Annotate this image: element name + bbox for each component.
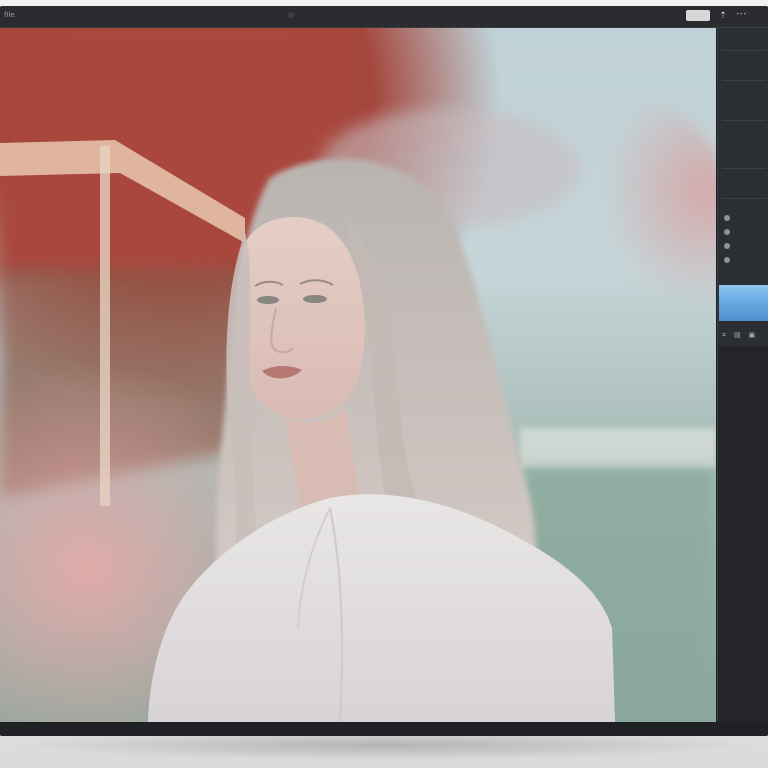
panel-divider — [722, 168, 766, 169]
panel-divider — [722, 50, 766, 51]
camera-dot — [288, 12, 294, 18]
panel-row[interactable] — [724, 214, 733, 222]
bottom-bezel — [0, 722, 768, 736]
panel-divider — [722, 80, 766, 81]
radio-icon[interactable] — [724, 215, 730, 221]
share-icon[interactable]: ⇡ — [718, 10, 728, 22]
photo-image — [0, 28, 716, 722]
app-menu-label[interactable]: file — [4, 11, 15, 19]
layers-icon[interactable]: ▤ — [734, 331, 741, 340]
radio-icon[interactable] — [724, 243, 730, 249]
photo-canvas[interactable] — [0, 28, 716, 722]
panel-row[interactable] — [724, 180, 727, 188]
panel-divider — [722, 198, 766, 199]
radio-icon[interactable] — [724, 257, 730, 263]
radio-icon[interactable] — [724, 229, 730, 235]
panel-row[interactable] — [724, 68, 727, 76]
panel-row[interactable] — [724, 256, 733, 264]
panel-empty-area — [717, 346, 768, 722]
device-screen: file ⇡ ••• ⌗ ▤ ▣ — [0, 6, 768, 736]
panel-row[interactable] — [724, 56, 727, 64]
preview-thumbnail[interactable] — [719, 285, 768, 321]
panel-toolbar: ⌗ ▤ ▣ — [722, 331, 755, 340]
panel-row[interactable] — [724, 242, 733, 250]
export-icon[interactable]: ▣ — [749, 331, 756, 340]
status-badge[interactable] — [686, 10, 710, 21]
panel-divider — [722, 120, 766, 121]
top-bar: file ⇡ ••• — [0, 6, 768, 28]
more-menu-icon[interactable]: ••• — [736, 11, 747, 18]
panel-row[interactable] — [724, 228, 733, 236]
crop-icon[interactable]: ⌗ — [722, 331, 726, 340]
